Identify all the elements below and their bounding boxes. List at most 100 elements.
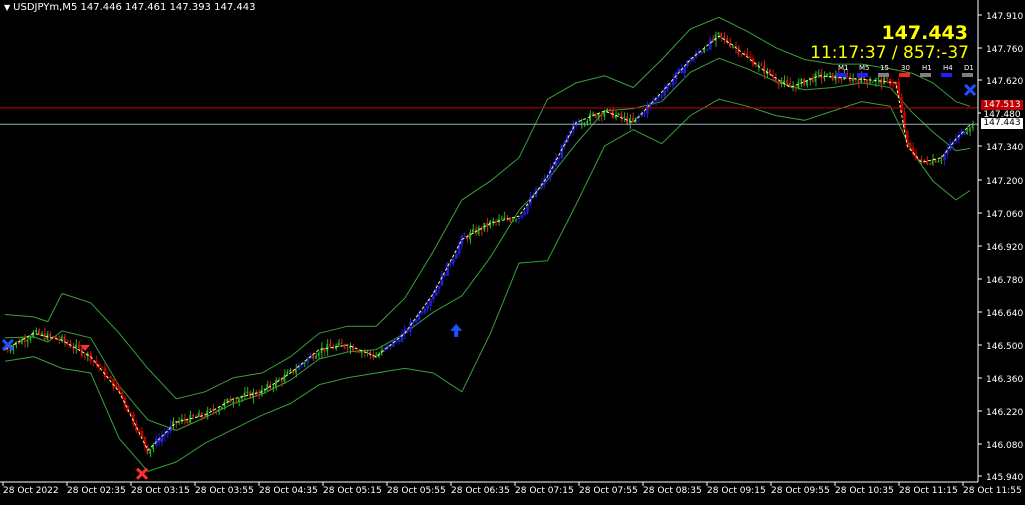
candle-body [934, 159, 936, 163]
candle-body [6, 349, 8, 351]
candle-body [731, 46, 734, 48]
candle-body [146, 445, 148, 454]
candle-body [726, 38, 728, 43]
candle-body [491, 220, 494, 222]
candle-body [49, 333, 51, 337]
candle-body [965, 131, 968, 135]
x-tick-label: 28 Oct 02:35 [67, 486, 126, 496]
candle-body [597, 114, 599, 118]
candle-body [866, 79, 868, 84]
candle-body [43, 333, 45, 340]
chart-area[interactable]: 147.910147.760147.620147.480147.340147.2… [0, 0, 1025, 501]
candle-body [823, 76, 825, 79]
candle-body [72, 347, 74, 349]
x-tick-label: 28 Oct 09:55 [771, 486, 830, 496]
candle-body [274, 380, 277, 388]
x-tick-label: 28 Oct 11:15 [899, 486, 958, 496]
candle-body [923, 159, 925, 162]
candle-body [469, 232, 471, 240]
candle-body [452, 258, 455, 264]
candle-body [728, 42, 731, 47]
candle-body [660, 95, 664, 97]
candle-body [294, 369, 297, 373]
timeframe-label-M1: M1 [838, 64, 849, 72]
candle-body [817, 72, 819, 74]
candle-body [851, 78, 853, 82]
ohlc-values: 147.446 147.461 147.393 147.443 [80, 2, 256, 13]
candle-body [740, 54, 744, 56]
candle-body [100, 367, 104, 369]
timeframe-status-H4 [941, 73, 952, 77]
candle-body [423, 308, 427, 313]
candle-body [440, 274, 444, 286]
candle-body [897, 81, 901, 98]
candle-body [623, 116, 625, 118]
candle-body [683, 66, 686, 74]
candle-body [226, 398, 228, 402]
candle-body [323, 347, 325, 352]
y-tick-label: 145.940 [986, 473, 1023, 483]
candle-body [220, 406, 222, 410]
candle-body [317, 353, 320, 357]
candle-body [737, 47, 739, 55]
candle-body [768, 69, 771, 75]
timeframe-status-H1 [920, 73, 931, 77]
candle-body [609, 109, 611, 111]
candle-body [509, 219, 511, 222]
candle-body [420, 312, 424, 314]
price-chart[interactable]: 147.910147.760147.620147.480147.340147.2… [0, 0, 1025, 501]
candle-body [149, 449, 151, 454]
candle-body [723, 36, 725, 39]
y-tick-label: 146.640 [986, 309, 1023, 319]
candle-body [412, 321, 415, 323]
y-tick-label: 146.920 [986, 243, 1023, 253]
candle-body [9, 349, 11, 351]
candle-body [931, 159, 933, 165]
menu-triangle-icon[interactable]: ▼ [4, 3, 10, 12]
candle-body [252, 392, 254, 398]
candle-body [229, 398, 231, 403]
candle-body [283, 374, 285, 382]
candle-body [237, 398, 240, 402]
candle-body [197, 412, 200, 418]
candle-body [212, 409, 214, 411]
candle-body [560, 145, 564, 159]
candle-body [303, 362, 305, 364]
candle-body [797, 81, 799, 89]
candle-body [40, 333, 43, 335]
candle-body [903, 112, 906, 132]
candle-body [232, 401, 234, 403]
candle-body [337, 342, 339, 346]
candle-body [432, 295, 435, 300]
candle-body [23, 339, 25, 342]
y-tick-label: 146.500 [986, 342, 1023, 352]
x-tick-label: 28 Oct 07:55 [579, 486, 638, 496]
x-tick-label: 28 Oct 07:15 [515, 486, 574, 496]
candle-body [357, 351, 359, 353]
candle-body [471, 229, 474, 233]
x-tick-label: 28 Oct 03:55 [195, 486, 254, 496]
y-tick-label: 146.220 [986, 408, 1023, 418]
candle-body [437, 285, 441, 289]
x-tick-label: 28 Oct 10:35 [835, 486, 894, 496]
candle-body [963, 131, 966, 135]
candle-body [246, 391, 248, 393]
candle-body [215, 410, 217, 413]
candle-body [329, 344, 331, 348]
timeframe-label-30: 30 [901, 64, 910, 72]
candle-body [486, 222, 488, 227]
candle-body [746, 53, 748, 56]
candle-body [360, 351, 362, 353]
candle-body [460, 235, 464, 245]
x-tick-label: 28 Oct 03:15 [131, 486, 190, 496]
candle-body [35, 329, 37, 332]
candle-body [700, 52, 704, 54]
candle-body [940, 160, 942, 162]
candle-body [840, 78, 842, 80]
candle-body [900, 97, 903, 113]
candle-body [372, 354, 374, 358]
candle-body [908, 142, 912, 148]
candle-body [343, 344, 345, 348]
candle-body [751, 58, 755, 66]
candle-body [523, 211, 526, 215]
